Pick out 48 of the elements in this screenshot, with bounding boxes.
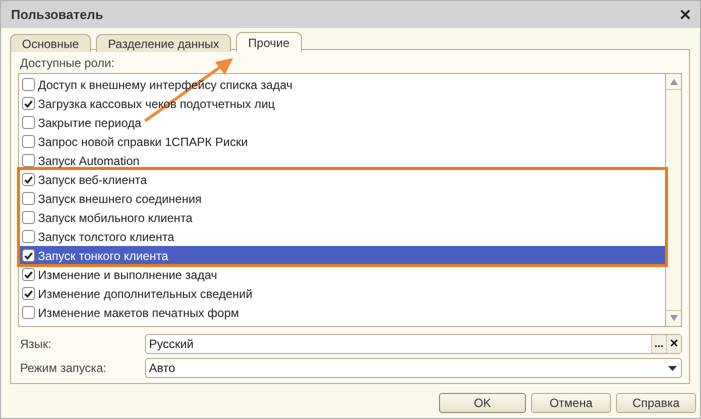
checkmark-icon	[24, 100, 33, 108]
checkbox[interactable]	[22, 116, 35, 129]
choose-button[interactable]: ...	[651, 334, 666, 353]
roles-label: Доступные роли:	[19, 56, 116, 70]
input-field[interactable]: Авто	[145, 358, 682, 378]
dialog-button[interactable]: OK	[439, 393, 526, 413]
checkbox[interactable]	[22, 211, 35, 224]
role-row[interactable]: Запуск Automation	[19, 151, 665, 170]
tab[interactable]: Основные	[10, 34, 91, 52]
checkbox[interactable]	[22, 268, 35, 281]
checkbox[interactable]	[22, 230, 35, 243]
clear-button[interactable]: ✕	[666, 334, 681, 353]
dialog-button[interactable]: Отмена	[531, 393, 611, 413]
role-row[interactable]: Закрытие периода	[19, 113, 665, 132]
role-row[interactable]: Запуск тонкого клиента	[19, 246, 665, 265]
checkbox[interactable]	[22, 192, 35, 205]
field-label: Язык:	[19, 336, 52, 351]
checkmark-icon	[24, 270, 33, 278]
field-label: Режим запуска:	[19, 361, 108, 376]
checkbox[interactable]	[22, 287, 35, 300]
close-button[interactable]: ✕	[679, 6, 692, 24]
role-row[interactable]: Запрос новой справки 1СПАРК Риски	[19, 132, 665, 151]
checkmark-icon	[24, 252, 33, 260]
dialog-button[interactable]: Справка	[616, 393, 696, 413]
checkbox[interactable]	[22, 306, 35, 319]
input-field[interactable]: Русский ... ✕	[145, 334, 682, 354]
checkmark-icon	[24, 176, 33, 184]
dropdown-icon[interactable]	[668, 366, 677, 371]
role-row[interactable]: Запуск толстого клиента	[19, 227, 665, 246]
checkbox[interactable]	[22, 78, 35, 91]
scrollbar[interactable]	[665, 74, 681, 326]
tab[interactable]: Разделение данных	[96, 34, 232, 52]
role-row[interactable]: Изменение и выполнение задач	[19, 265, 665, 284]
role-row[interactable]: Запуск внешнего соединения	[19, 189, 665, 208]
role-row[interactable]: Запуск веб-клиента	[19, 170, 665, 189]
checkbox[interactable]	[22, 249, 35, 262]
window-title: Пользователь	[11, 7, 104, 22]
checkbox[interactable]	[22, 97, 35, 110]
checkbox[interactable]	[22, 173, 35, 186]
checkbox[interactable]	[22, 154, 35, 167]
checkmark-icon	[24, 290, 33, 298]
checkbox[interactable]	[22, 135, 35, 148]
role-row[interactable]: Изменение дополнительных сведений	[19, 284, 665, 303]
role-row[interactable]: Запуск мобильного клиента	[19, 208, 665, 227]
scroll-up-icon[interactable]	[670, 78, 678, 84]
scroll-down-icon[interactable]	[670, 315, 678, 322]
role-row[interactable]: Изменение макетов печатных форм	[19, 303, 665, 322]
tab[interactable]: Прочие	[236, 32, 302, 52]
